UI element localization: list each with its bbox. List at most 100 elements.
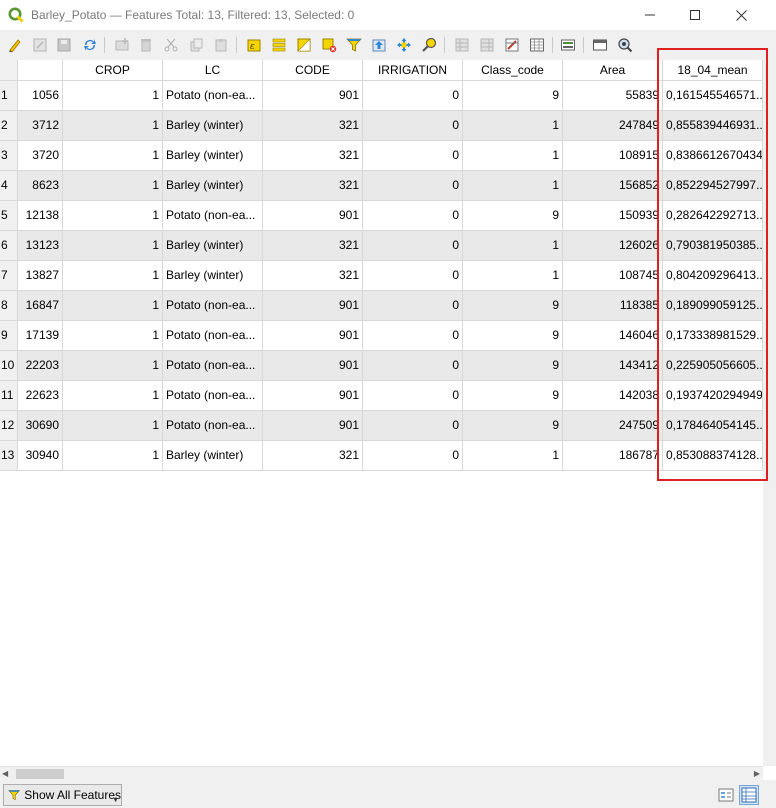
cell-class-code[interactable]: 9 (463, 411, 563, 441)
pan-to-selected-icon[interactable] (395, 36, 413, 54)
cell-crop[interactable]: 1 (63, 261, 163, 291)
actions-icon[interactable] (616, 36, 634, 54)
cell-irrigation[interactable]: 0 (363, 111, 463, 141)
add-feature-icon[interactable] (113, 36, 131, 54)
cell-area[interactable]: 126026 (563, 231, 663, 261)
cell-id[interactable]: 13827 (18, 261, 63, 291)
cell-18-04-mean[interactable]: 0,282642292713... (663, 201, 763, 231)
reload-table-icon[interactable] (81, 36, 99, 54)
cell-area[interactable]: 186787 (563, 441, 663, 471)
cell-18-04-mean[interactable]: 0,161545546571... (663, 81, 763, 111)
row-number[interactable]: 2 (0, 111, 18, 141)
dock-table-icon[interactable] (591, 36, 609, 54)
column-header-irrigation[interactable]: IRRIGATION (363, 60, 463, 81)
toggle-multi-edit-icon[interactable] (31, 36, 49, 54)
cell-area[interactable]: 150939 (563, 201, 663, 231)
cell-crop[interactable]: 1 (63, 441, 163, 471)
table-row[interactable]: 8 16847 1 Potato (non-ea... 901 0 9 118385 0,189… (0, 291, 763, 321)
cell-irrigation[interactable]: 0 (363, 291, 463, 321)
cell-18-04-mean[interactable]: 0,853088374128... (663, 441, 763, 471)
row-number[interactable]: 9 (0, 321, 18, 351)
cell-code[interactable]: 321 (263, 441, 363, 471)
cell-id[interactable]: 30690 (18, 411, 63, 441)
cell-id[interactable]: 16847 (18, 291, 63, 321)
column-header-crop[interactable]: CROP (63, 60, 163, 81)
cell-18-04-mean[interactable]: 0,83866126704347 (663, 141, 763, 171)
row-number[interactable]: 10 (0, 351, 18, 381)
row-number[interactable]: 6 (0, 231, 18, 261)
table-row[interactable]: 7 13827 1 Barley (winter) 321 0 1 108745 0,80420… (0, 261, 763, 291)
table-view-button[interactable] (739, 785, 759, 805)
field-calculator-icon[interactable] (528, 36, 546, 54)
cell-class-code[interactable]: 9 (463, 81, 563, 111)
row-number[interactable]: 7 (0, 261, 18, 291)
cell-class-code[interactable]: 9 (463, 291, 563, 321)
table-row[interactable]: 11 22623 1 Potato (non-ea... 901 0 9 142038 0,19… (0, 381, 763, 411)
row-number[interactable]: 3 (0, 141, 18, 171)
maximize-button[interactable] (672, 0, 718, 30)
cell-lc[interactable]: Potato (non-ea... (163, 411, 263, 441)
cell-code[interactable]: 321 (263, 261, 363, 291)
organize-columns-icon[interactable] (503, 36, 521, 54)
cell-area[interactable]: 247509 (563, 411, 663, 441)
scroll-right-icon[interactable]: ▶ (754, 769, 760, 778)
cell-id[interactable]: 3712 (18, 111, 63, 141)
toggle-editing-icon[interactable] (6, 36, 24, 54)
cell-crop[interactable]: 1 (63, 111, 163, 141)
cell-id[interactable]: 8623 (18, 171, 63, 201)
cell-lc[interactable]: Barley (winter) (163, 441, 263, 471)
form-view-button[interactable] (717, 786, 735, 804)
row-number[interactable]: 1 (0, 81, 18, 111)
cell-18-04-mean[interactable]: 0,19374202949498 (663, 381, 763, 411)
cell-18-04-mean[interactable]: 0,855839446931... (663, 111, 763, 141)
cell-class-code[interactable]: 9 (463, 381, 563, 411)
column-header-area[interactable]: Area (563, 60, 663, 81)
cell-lc[interactable]: Potato (non-ea... (163, 321, 263, 351)
scrollbar-thumb[interactable] (16, 769, 64, 779)
invert-selection-icon[interactable] (295, 36, 313, 54)
filter-select-icon[interactable] (345, 36, 363, 54)
cell-class-code[interactable]: 1 (463, 141, 563, 171)
cell-id[interactable]: 17139 (18, 321, 63, 351)
row-number[interactable]: 13 (0, 441, 18, 471)
conditional-formatting-icon[interactable] (559, 36, 577, 54)
row-number[interactable]: 11 (0, 381, 18, 411)
cell-18-04-mean[interactable]: 0,189099059125... (663, 291, 763, 321)
table-row[interactable]: 9 17139 1 Potato (non-ea... 901 0 9 146046 0,173… (0, 321, 763, 351)
cell-crop[interactable]: 1 (63, 381, 163, 411)
cell-irrigation[interactable]: 0 (363, 381, 463, 411)
select-all-icon[interactable] (270, 36, 288, 54)
cell-area[interactable]: 247849 (563, 111, 663, 141)
cell-irrigation[interactable]: 0 (363, 81, 463, 111)
header-corner[interactable] (0, 60, 18, 81)
horizontal-scrollbar[interactable]: ◀ ▶ (0, 766, 763, 780)
cell-irrigation[interactable]: 0 (363, 351, 463, 381)
row-number[interactable]: 4 (0, 171, 18, 201)
deselect-all-icon[interactable] (320, 36, 338, 54)
table-row[interactable]: 10 22203 1 Potato (non-ea... 901 0 9 143412 0,22… (0, 351, 763, 381)
cell-class-code[interactable]: 1 (463, 111, 563, 141)
column-header-code[interactable]: CODE (263, 60, 363, 81)
cell-lc[interactable]: Potato (non-ea... (163, 291, 263, 321)
table-row[interactable]: 1 1056 1 Potato (non-ea... 901 0 9 55839 0,16154… (0, 81, 763, 111)
cell-area[interactable]: 108915 (563, 141, 663, 171)
cell-18-04-mean[interactable]: 0,225905056605... (663, 351, 763, 381)
cell-lc[interactable]: Barley (winter) (163, 171, 263, 201)
cell-code[interactable]: 901 (263, 411, 363, 441)
cell-lc[interactable]: Barley (winter) (163, 231, 263, 261)
cell-area[interactable]: 55839 (563, 81, 663, 111)
show-all-features-button[interactable]: Show All Features ▼ (3, 784, 122, 806)
cell-crop[interactable]: 1 (63, 291, 163, 321)
cell-code[interactable]: 321 (263, 111, 363, 141)
cell-irrigation[interactable]: 0 (363, 201, 463, 231)
cell-id[interactable]: 13123 (18, 231, 63, 261)
cell-code[interactable]: 901 (263, 201, 363, 231)
cell-lc[interactable]: Potato (non-ea... (163, 381, 263, 411)
minimize-button[interactable] (627, 0, 673, 30)
cell-crop[interactable]: 1 (63, 231, 163, 261)
cell-18-04-mean[interactable]: 0,804209296413... (663, 261, 763, 291)
select-by-expression-icon[interactable]: ε (245, 36, 263, 54)
delete-selected-icon[interactable] (137, 36, 155, 54)
delete-field-icon[interactable] (478, 36, 496, 54)
cell-18-04-mean[interactable]: 0,790381950385... (663, 231, 763, 261)
